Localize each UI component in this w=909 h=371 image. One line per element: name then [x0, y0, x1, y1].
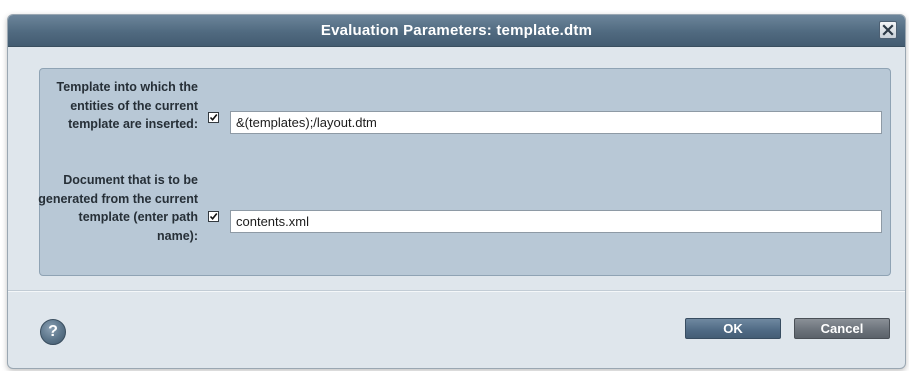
- output-document-label: Document that is to be generated from th…: [38, 173, 198, 243]
- close-button[interactable]: [879, 21, 897, 39]
- footer-divider: [8, 290, 905, 292]
- target-template-input[interactable]: &(templates);/layout.dtm: [230, 111, 882, 134]
- checkmark-icon: [209, 213, 218, 221]
- checkmark-icon: [209, 114, 218, 122]
- target-template-label: Template into which the entities of the …: [56, 80, 198, 131]
- output-document-checkbox[interactable]: [208, 211, 219, 222]
- title-bar[interactable]: Evaluation Parameters: template.dtm: [8, 15, 905, 47]
- evaluation-parameters-dialog: Evaluation Parameters: template.dtm Temp…: [7, 14, 906, 369]
- close-icon: [882, 24, 894, 36]
- output-document-input[interactable]: contents.xml: [230, 210, 882, 233]
- help-button[interactable]: ?: [40, 319, 66, 345]
- cancel-button[interactable]: Cancel: [794, 318, 890, 339]
- ok-button[interactable]: OK: [685, 318, 781, 339]
- target-template-checkbox[interactable]: [208, 112, 219, 123]
- parameters-panel: Template into which the entities of the …: [38, 68, 891, 276]
- dialog-title: Evaluation Parameters: template.dtm: [320, 22, 593, 39]
- help-icon: ?: [48, 323, 58, 340]
